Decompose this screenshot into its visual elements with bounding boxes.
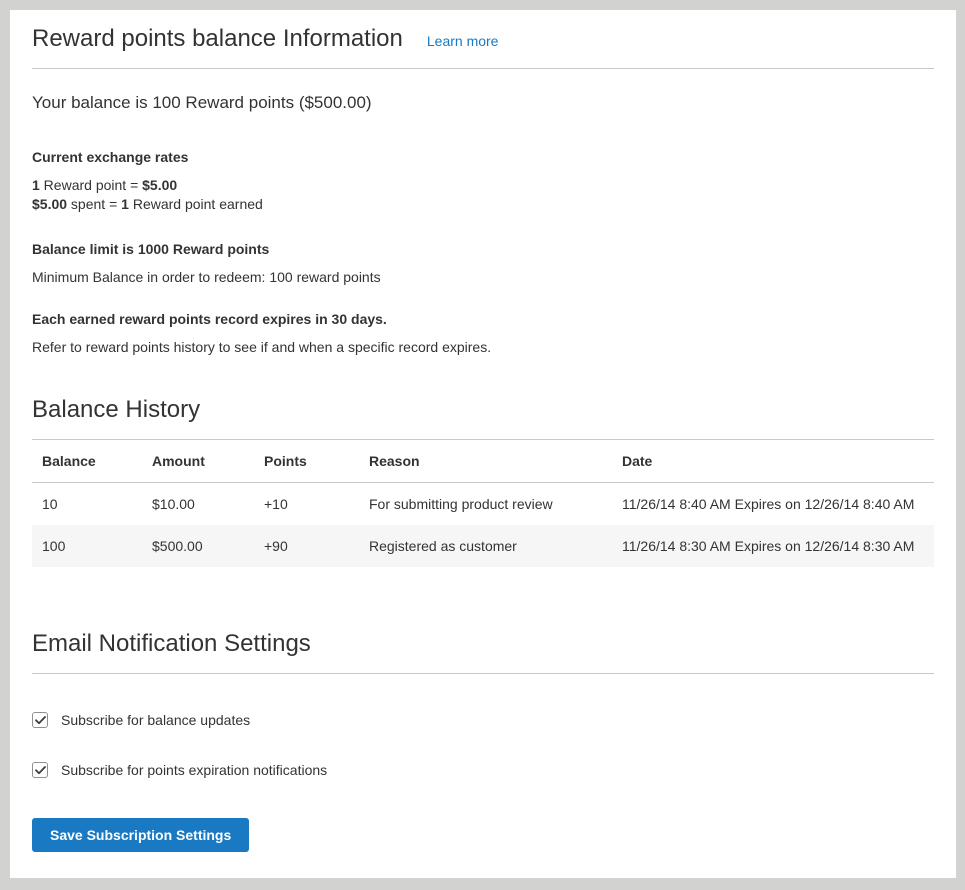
- points-expiration-option: Subscribe for points expiration notifica…: [32, 762, 934, 778]
- points-cell: +90: [254, 525, 359, 567]
- points-expiration-checkbox[interactable]: [32, 762, 48, 778]
- date-cell: 11/26/14 8:40 AM Expires on 12/26/14 8:4…: [612, 483, 934, 526]
- reason-cell: For submitting product review: [359, 483, 612, 526]
- column-header-amount: Amount: [142, 440, 254, 483]
- rate2-text: spent =: [67, 196, 121, 212]
- balance-limit-text: Balance limit is 1000 Reward points: [32, 241, 934, 257]
- column-header-points: Points: [254, 440, 359, 483]
- balance-updates-option: Subscribe for balance updates: [32, 712, 934, 728]
- balance-updates-label[interactable]: Subscribe for balance updates: [61, 712, 250, 728]
- rate1-amount: $5.00: [142, 177, 177, 193]
- reward-points-card: Reward points balance Information Learn …: [10, 10, 956, 878]
- checkmark-icon: [35, 766, 46, 775]
- date-cell: 11/26/14 8:30 AM Expires on 12/26/14 8:3…: [612, 525, 934, 567]
- table-row: 100 $500.00 +90 Registered as customer 1…: [32, 525, 934, 567]
- column-header-reason: Reason: [359, 440, 612, 483]
- rate2-points: 1: [121, 196, 129, 212]
- expiry-note-text: Refer to reward points history to see if…: [32, 339, 934, 355]
- exchange-rates-lines: 1 Reward point = $5.00 $5.00 spent = 1 R…: [32, 176, 934, 214]
- points-cell: +10: [254, 483, 359, 526]
- balance-updates-checkbox[interactable]: [32, 712, 48, 728]
- rate-line-2: $5.00 spent = 1 Reward point earned: [32, 196, 263, 212]
- page-header: Reward points balance Information Learn …: [32, 24, 934, 69]
- rate-line-1: 1 Reward point = $5.00: [32, 177, 177, 193]
- balance-cell: 100: [32, 525, 142, 567]
- exchange-rates-heading: Current exchange rates: [32, 149, 934, 165]
- rate2-tail: Reward point earned: [129, 196, 263, 212]
- balance-history-table: Balance Amount Points Reason Date 10 $10…: [32, 440, 934, 567]
- balance-summary: Your balance is 100 Reward points ($500.…: [32, 93, 934, 113]
- checkmark-icon: [35, 716, 46, 725]
- rate1-text: Reward point =: [40, 177, 142, 193]
- save-subscription-settings-button[interactable]: Save Subscription Settings: [32, 818, 249, 852]
- page-title: Reward points balance Information: [32, 24, 403, 54]
- balance-cell: 10: [32, 483, 142, 526]
- points-expiration-label[interactable]: Subscribe for points expiration notifica…: [61, 762, 327, 778]
- amount-cell: $500.00: [142, 525, 254, 567]
- column-header-date: Date: [612, 440, 934, 483]
- reason-cell: Registered as customer: [359, 525, 612, 567]
- minimum-balance-text: Minimum Balance in order to redeem: 100 …: [32, 269, 934, 285]
- amount-cell: $10.00: [142, 483, 254, 526]
- rate1-points: 1: [32, 177, 40, 193]
- column-header-balance: Balance: [32, 440, 142, 483]
- email-settings-heading: Email Notification Settings: [32, 629, 934, 674]
- table-header-row: Balance Amount Points Reason Date: [32, 440, 934, 483]
- rate2-amount: $5.00: [32, 196, 67, 212]
- expiry-rule-text: Each earned reward points record expires…: [32, 311, 934, 327]
- learn-more-link[interactable]: Learn more: [427, 33, 499, 49]
- table-row: 10 $10.00 +10 For submitting product rev…: [32, 483, 934, 526]
- balance-history-heading: Balance History: [32, 395, 934, 440]
